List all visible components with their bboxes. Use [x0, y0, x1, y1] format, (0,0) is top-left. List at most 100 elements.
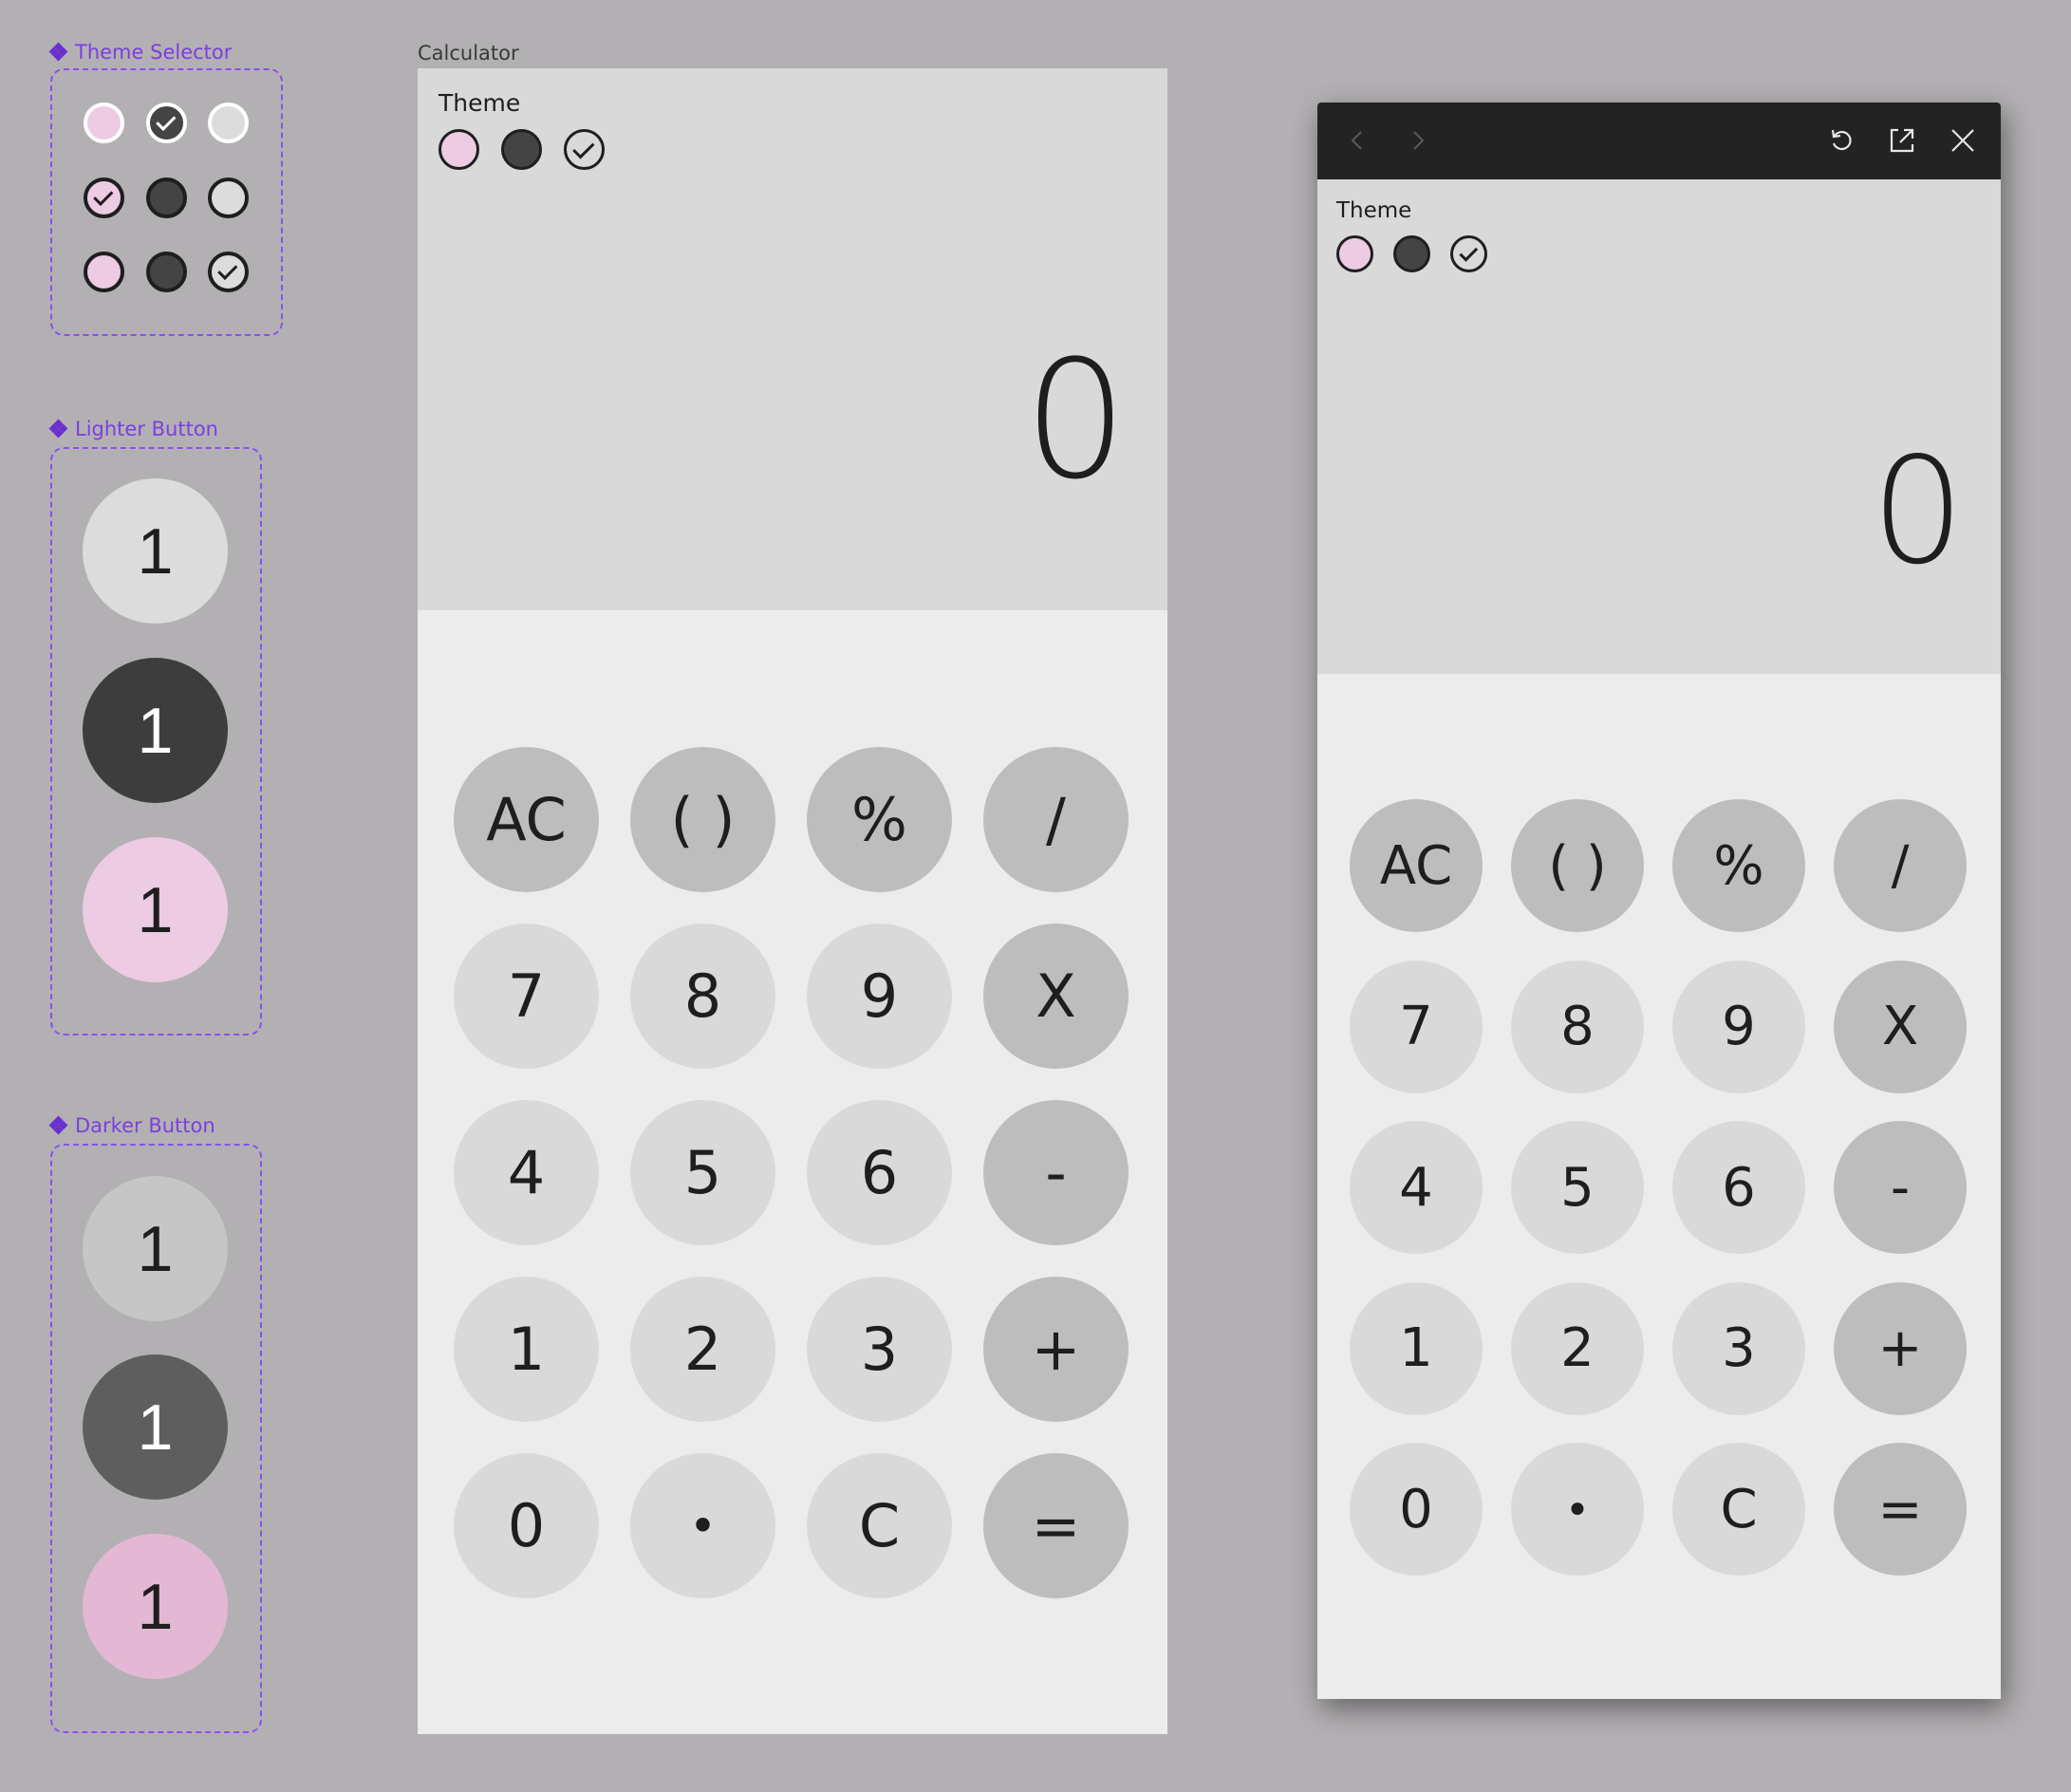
key-4[interactable]: 4 [1350, 1121, 1483, 1254]
key-divide[interactable]: / [983, 747, 1129, 892]
key-clear[interactable]: C [807, 1453, 952, 1598]
key-label: - [1045, 1138, 1067, 1207]
check-icon [1458, 242, 1478, 262]
key-label: 2 [683, 1315, 722, 1384]
key-divide[interactable]: / [1834, 799, 1967, 932]
key-add[interactable]: + [1834, 1281, 1967, 1415]
open-external-icon[interactable] [1885, 123, 1919, 158]
key-all-clear[interactable]: AC [454, 747, 599, 892]
theme-swatch-dark[interactable] [146, 177, 187, 218]
key-1[interactable]: 1 [454, 1277, 599, 1422]
key-label: 8 [1560, 996, 1595, 1057]
theme-swatch-light[interactable] [208, 252, 249, 292]
key-subtract[interactable]: - [983, 1100, 1129, 1245]
chevron-left-icon[interactable] [1340, 123, 1374, 158]
theme-swatch-light[interactable] [208, 177, 249, 218]
key-label: 7 [507, 961, 546, 1031]
frame-title: Calculator [418, 42, 519, 65]
key-label: 3 [860, 1315, 899, 1384]
key-3[interactable]: 3 [1672, 1281, 1805, 1415]
key-label: ( ) [670, 785, 736, 854]
key-decimal[interactable]: • [630, 1453, 775, 1598]
key-2[interactable]: 2 [1511, 1281, 1644, 1415]
darker-button-light[interactable]: 1 [83, 1176, 228, 1321]
darker-button-dark[interactable]: 1 [83, 1354, 228, 1500]
key-equals[interactable]: = [983, 1453, 1129, 1598]
key-label: 3 [1722, 1317, 1756, 1379]
key-label: C [1720, 1478, 1758, 1540]
key-5[interactable]: 5 [1511, 1121, 1644, 1254]
reload-icon[interactable] [1824, 123, 1858, 158]
chevron-right-icon[interactable] [1401, 123, 1435, 158]
key-all-clear[interactable]: AC [1350, 799, 1483, 932]
theme-swatch-pink[interactable] [84, 252, 124, 292]
lighter-button-label: Lighter Button [48, 418, 218, 440]
key-8[interactable]: 8 [630, 924, 775, 1069]
key-9[interactable]: 9 [1672, 960, 1805, 1093]
lighter-button-light[interactable]: 1 [83, 478, 228, 624]
key-label: • [1564, 1484, 1591, 1535]
darker-button-label: Darker Button [48, 1114, 215, 1137]
window-titlebar [1317, 103, 2001, 179]
theme-swatch-pink[interactable] [84, 103, 124, 143]
theme-selector-label: Theme Selector [48, 41, 232, 64]
key-label: 6 [1722, 1156, 1756, 1219]
theme-swatch-light[interactable] [208, 103, 249, 143]
component-icon [48, 1115, 68, 1135]
key-label: % [1713, 834, 1764, 897]
key-label: 5 [683, 1138, 722, 1207]
key-3[interactable]: 3 [807, 1277, 952, 1422]
theme-swatch-dark[interactable] [146, 252, 187, 292]
key-8[interactable]: 8 [1511, 960, 1644, 1093]
calculator-frame: Theme 0 AC ( )% / 7 8 9 X 4 5 6 - 1 2 3 +0 • C = [418, 68, 1167, 1734]
key-decimal[interactable]: • [1511, 1443, 1644, 1576]
key-parentheses[interactable]: ( ) [630, 747, 775, 892]
theme-option-pink[interactable] [438, 129, 479, 170]
key-label: 2 [1560, 1317, 1595, 1379]
check-icon [156, 110, 177, 131]
close-icon[interactable] [1946, 123, 1980, 158]
window-theme-option-dark[interactable] [1393, 235, 1430, 272]
key-0[interactable]: 0 [1350, 1443, 1483, 1576]
key-4[interactable]: 4 [454, 1100, 599, 1245]
theme-option-light[interactable] [564, 129, 605, 170]
key-label: 9 [860, 961, 899, 1031]
key-label: / [1046, 785, 1066, 854]
key-label: X [1036, 961, 1076, 1031]
key-0[interactable]: 0 [454, 1453, 599, 1598]
theme-swatch-dark[interactable] [146, 103, 187, 143]
key-clear[interactable]: C [1672, 1443, 1805, 1576]
preview-window: Theme 0 AC ( )% / 7 8 9 X 4 5 6 - 1 2 3 +0 • C = [1317, 103, 2001, 1699]
key-9[interactable]: 9 [807, 924, 952, 1069]
key-7[interactable]: 7 [454, 924, 599, 1069]
key-2[interactable]: 2 [630, 1277, 775, 1422]
key-label: C [858, 1491, 901, 1560]
key-multiply[interactable]: X [983, 924, 1129, 1069]
theme-selector-component [50, 68, 283, 336]
display-area: Theme 0 [418, 68, 1167, 610]
key-subtract[interactable]: - [1834, 1121, 1967, 1254]
window-display-area: Theme 0 [1317, 179, 2001, 674]
key-percent[interactable]: % [807, 747, 952, 892]
lighter-button-dark[interactable]: 1 [83, 658, 228, 803]
darker-button-pink[interactable]: 1 [83, 1534, 228, 1679]
theme-swatch-pink[interactable] [84, 177, 124, 218]
check-icon [572, 136, 595, 159]
key-equals[interactable]: = [1834, 1443, 1967, 1576]
window-theme-option-pink[interactable] [1336, 235, 1373, 272]
key-add[interactable]: + [983, 1277, 1129, 1422]
theme-option-dark[interactable] [501, 129, 542, 170]
lighter-button-pink[interactable]: 1 [83, 837, 228, 982]
key-6[interactable]: 6 [807, 1100, 952, 1245]
key-1[interactable]: 1 [1350, 1281, 1483, 1415]
key-6[interactable]: 6 [1672, 1121, 1805, 1254]
key-parentheses[interactable]: ( ) [1511, 799, 1644, 932]
key-label: X [1881, 996, 1919, 1057]
key-percent[interactable]: % [1672, 799, 1805, 932]
window-theme-option-light[interactable] [1450, 235, 1487, 272]
key-label: 6 [860, 1138, 899, 1207]
key-label: • [688, 1498, 718, 1554]
key-7[interactable]: 7 [1350, 960, 1483, 1093]
key-5[interactable]: 5 [630, 1100, 775, 1245]
key-multiply[interactable]: X [1834, 960, 1967, 1093]
